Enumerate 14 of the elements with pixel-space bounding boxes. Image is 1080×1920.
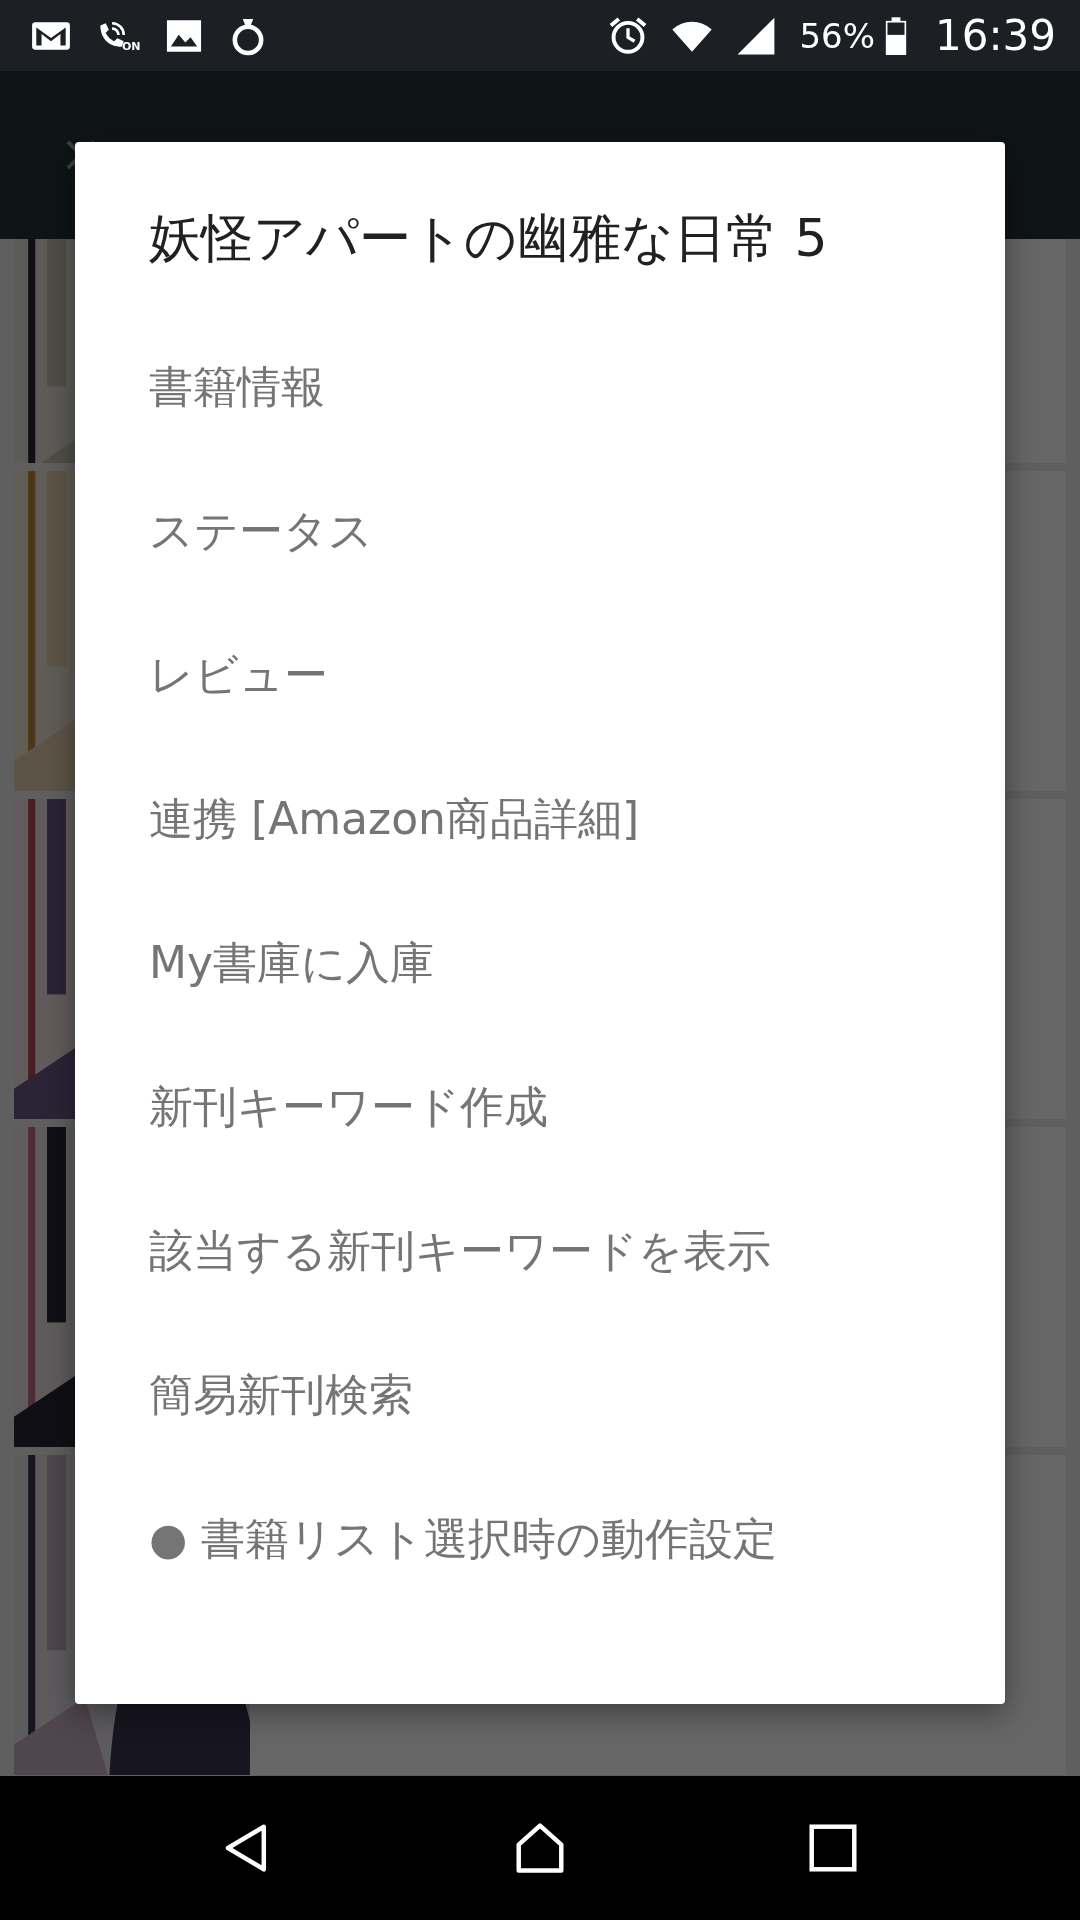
- menu-item[interactable]: 連携 [Amazon商品詳細]: [149, 746, 640, 891]
- menu-item[interactable]: ● 書籍リスト選択時の動作設定: [149, 1466, 778, 1611]
- dialog-title: 妖怪アパートの幽雅な日常 5: [149, 207, 828, 270]
- menu-item[interactable]: My書庫に入庫: [149, 890, 434, 1035]
- clock: 16:39: [934, 11, 1056, 60]
- menu-item[interactable]: 簡易新刊検索: [149, 1322, 413, 1467]
- menu-item[interactable]: 新刊キーワード作成: [149, 1034, 548, 1179]
- menu-item[interactable]: ステータス: [149, 458, 373, 603]
- battery-percentage: 56%: [799, 15, 875, 56]
- menu-item[interactable]: 書籍情報: [149, 314, 325, 459]
- battery-icon: [884, 15, 907, 56]
- call-status-label: ON: [122, 39, 141, 53]
- menu-item[interactable]: レビュー: [149, 602, 328, 747]
- menu-item[interactable]: 該当する新刊キーワードを表示: [149, 1178, 771, 1323]
